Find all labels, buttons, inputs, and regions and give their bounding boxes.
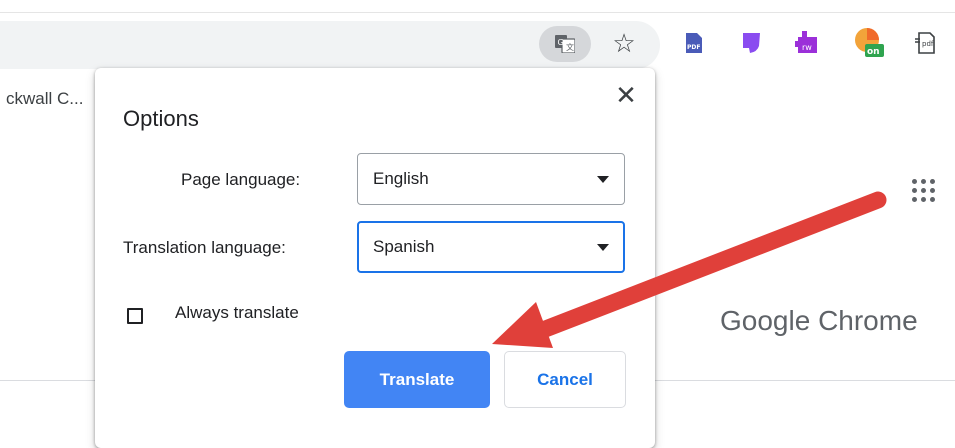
purple-shape-extension-icon[interactable] [740,31,764,55]
svg-text:on: on [867,47,880,57]
translation-language-label: Translation language: [123,238,286,257]
google-translate-icon: G 文 [555,35,575,53]
pdf-doc-extension-icon[interactable]: pdf [914,31,938,55]
chevron-down-icon [597,176,609,183]
svg-text:文: 文 [566,42,574,52]
svg-text:pdf: pdf [922,40,934,48]
cancel-button[interactable]: Cancel [504,351,626,408]
translation-language-value: Spanish [373,237,435,256]
rw-extension-icon[interactable]: rw [795,31,819,55]
svg-text:G: G [558,38,564,47]
bookmark-item[interactable]: ckwall C... [6,89,83,109]
chevron-down-icon [597,244,609,251]
close-icon[interactable]: ✕ [613,82,639,108]
page-language-select[interactable]: English [357,153,625,205]
svg-text:rw: rw [802,43,812,52]
page-language-value: English [373,169,429,188]
tab-strip-edge [0,0,955,13]
always-translate-checkbox[interactable] [127,308,143,324]
apps-grid-icon[interactable] [912,179,936,203]
translate-button[interactable]: Translate [344,351,490,408]
always-translate-label[interactable]: Always translate [175,303,299,323]
on-extension-icon[interactable]: on [854,27,884,57]
translation-language-select[interactable]: Spanish [357,221,625,273]
page-language-label: Page language: [181,170,301,189]
bookmark-star-icon[interactable]: ☆ [610,26,638,60]
translate-page-button[interactable]: G 文 [539,26,591,62]
dialog-title: Options [123,106,199,131]
page-brand-text: Google Chrome [720,305,918,336]
pdf-extension-icon[interactable]: PDF [682,31,706,55]
svg-text:PDF: PDF [687,44,700,51]
translate-options-dialog: Options ✕ Page language: English Transla… [95,68,655,448]
